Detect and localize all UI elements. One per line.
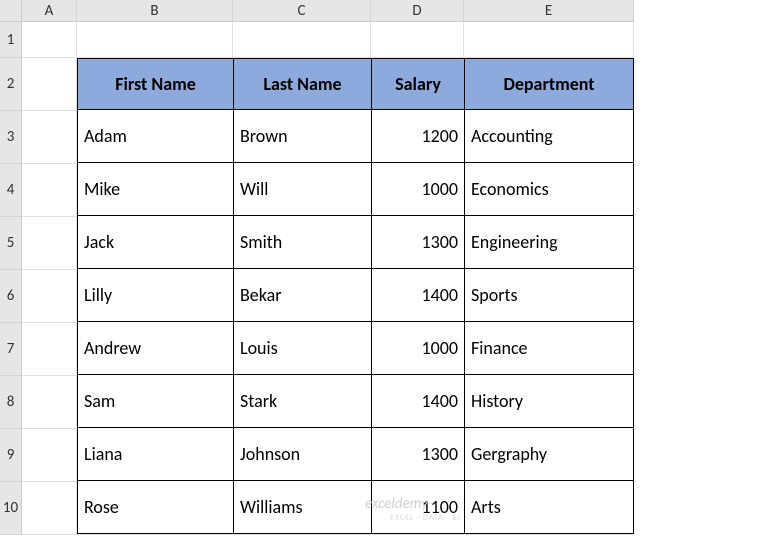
table-cell[interactable]: Bekar bbox=[233, 269, 371, 322]
row-header-6[interactable]: 6 bbox=[0, 270, 22, 323]
table-cell[interactable]: Liana bbox=[77, 428, 233, 481]
table-cell[interactable]: Johnson bbox=[233, 428, 371, 481]
table-cell[interactable]: Adam bbox=[77, 110, 233, 163]
table-cell[interactable]: Finance bbox=[464, 322, 634, 375]
table-cell[interactable]: Louis bbox=[233, 322, 371, 375]
header-salary[interactable]: Salary bbox=[371, 58, 464, 110]
table-cell[interactable]: 1400 bbox=[371, 269, 464, 322]
cell-a9[interactable] bbox=[22, 429, 77, 482]
cell-e1[interactable] bbox=[464, 22, 634, 58]
table-cell[interactable]: Will bbox=[233, 163, 371, 216]
table-cell[interactable]: Sam bbox=[77, 375, 233, 428]
table-cell[interactable]: Accounting bbox=[464, 110, 634, 163]
table-cell[interactable]: Rose bbox=[77, 481, 233, 534]
row-header-1[interactable]: 1 bbox=[0, 22, 22, 58]
cell-a1[interactable] bbox=[22, 22, 77, 58]
header-department[interactable]: Department bbox=[464, 58, 634, 110]
table-cell[interactable]: Lilly bbox=[77, 269, 233, 322]
table-cell[interactable]: History bbox=[464, 375, 634, 428]
table-cell[interactable]: 1200 bbox=[371, 110, 464, 163]
cell-d1[interactable] bbox=[371, 22, 464, 58]
row-header-5[interactable]: 5 bbox=[0, 217, 22, 270]
cell-a7[interactable] bbox=[22, 323, 77, 376]
cell-a4[interactable] bbox=[22, 164, 77, 217]
table-cell[interactable]: Mike bbox=[77, 163, 233, 216]
table-cell[interactable]: Williams bbox=[233, 481, 371, 534]
row-header-9[interactable]: 9 bbox=[0, 429, 22, 482]
table-cell[interactable]: Smith bbox=[233, 216, 371, 269]
table-cell[interactable]: 1300 bbox=[371, 428, 464, 481]
header-first-name[interactable]: First Name bbox=[77, 58, 233, 110]
table-cell[interactable]: 1000 bbox=[371, 322, 464, 375]
table-cell[interactable]: 1100 bbox=[371, 481, 464, 534]
table-cell[interactable]: Sports bbox=[464, 269, 634, 322]
row-header-10[interactable]: 10 bbox=[0, 482, 22, 535]
row-header-4[interactable]: 4 bbox=[0, 164, 22, 217]
table-cell[interactable]: 1000 bbox=[371, 163, 464, 216]
cell-c1[interactable] bbox=[233, 22, 371, 58]
cell-a10[interactable] bbox=[22, 482, 77, 535]
table-cell[interactable]: Stark bbox=[233, 375, 371, 428]
col-header-c[interactable]: C bbox=[233, 0, 371, 22]
table-cell[interactable]: Economics bbox=[464, 163, 634, 216]
cell-b1[interactable] bbox=[77, 22, 233, 58]
row-header-3[interactable]: 3 bbox=[0, 111, 22, 164]
cell-a3[interactable] bbox=[22, 111, 77, 164]
table-cell[interactable]: Arts bbox=[464, 481, 634, 534]
table-cell[interactable]: Brown bbox=[233, 110, 371, 163]
data-table-overlay: First Name Last Name Salary Department A… bbox=[77, 58, 634, 534]
col-header-d[interactable]: D bbox=[371, 0, 464, 22]
table-cell[interactable]: Jack bbox=[77, 216, 233, 269]
table-cell[interactable]: Engineering bbox=[464, 216, 634, 269]
row-header-8[interactable]: 8 bbox=[0, 376, 22, 429]
col-header-b[interactable]: B bbox=[77, 0, 233, 22]
cell-a8[interactable] bbox=[22, 376, 77, 429]
header-last-name[interactable]: Last Name bbox=[233, 58, 371, 110]
cell-a6[interactable] bbox=[22, 270, 77, 323]
select-all-corner[interactable] bbox=[0, 0, 22, 22]
col-header-a[interactable]: A bbox=[22, 0, 77, 22]
table-cell[interactable]: Gergraphy bbox=[464, 428, 634, 481]
cell-a5[interactable] bbox=[22, 217, 77, 270]
table-cell[interactable]: 1300 bbox=[371, 216, 464, 269]
table-cell[interactable]: Andrew bbox=[77, 322, 233, 375]
cell-a2[interactable] bbox=[22, 58, 77, 111]
table-cell[interactable]: 1400 bbox=[371, 375, 464, 428]
row-header-7[interactable]: 7 bbox=[0, 323, 22, 376]
row-header-2[interactable]: 2 bbox=[0, 58, 22, 111]
col-header-e[interactable]: E bbox=[464, 0, 634, 22]
